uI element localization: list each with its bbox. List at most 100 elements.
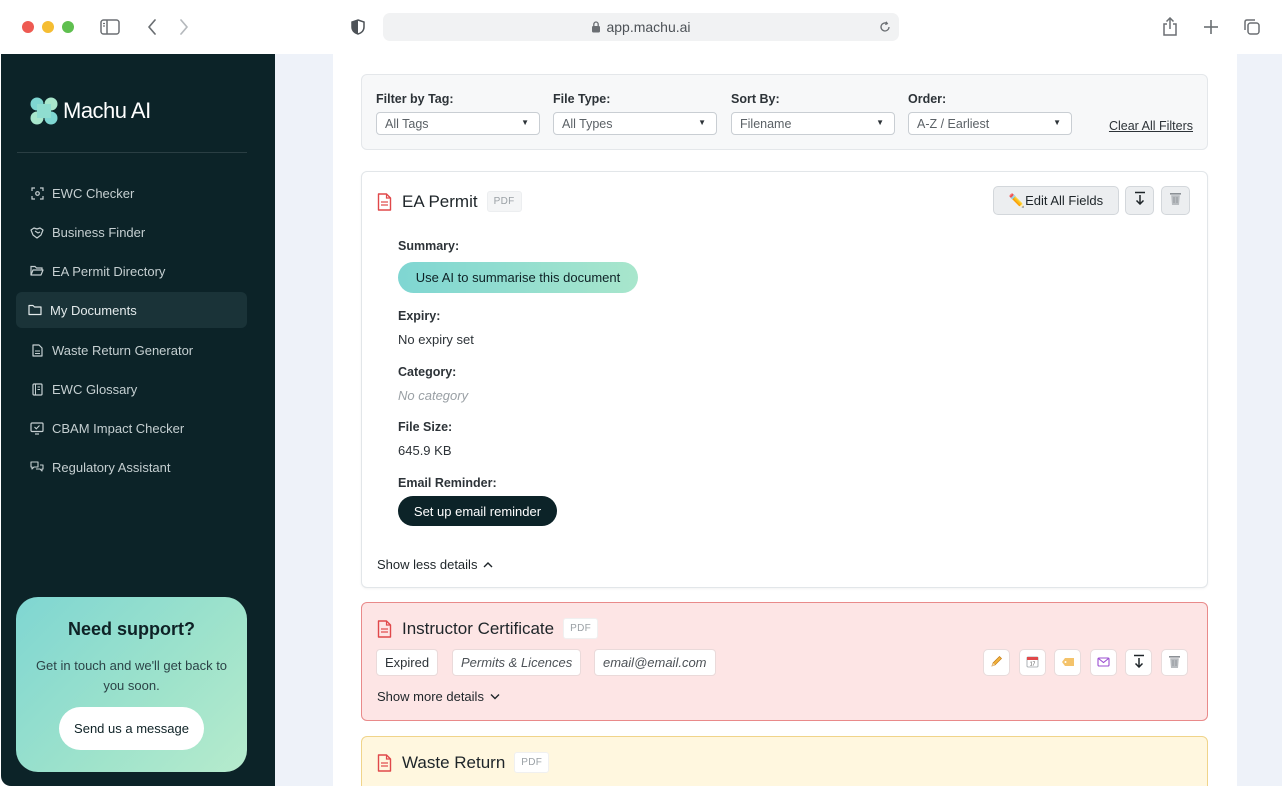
- email-reminder-button[interactable]: [1090, 649, 1117, 676]
- toggle-label: Show less details: [377, 557, 478, 572]
- type-filter-value: All Types: [562, 116, 613, 131]
- file-text-icon: [30, 343, 44, 357]
- chevron-down-icon: [490, 693, 500, 700]
- category-chip: Permits & Licences: [452, 649, 582, 676]
- edit-all-fields-button[interactable]: ✏️Edit All Fields: [993, 186, 1119, 215]
- summary-label: Summary:: [398, 239, 460, 253]
- document-title: Waste Return: [402, 752, 506, 772]
- caret-down-icon: ▼: [1053, 118, 1061, 127]
- sidebar-item-ea-permit-directory[interactable]: EA Permit Directory: [16, 253, 247, 289]
- sort-filter-select[interactable]: Filename ▼: [731, 112, 895, 135]
- clear-filters-link[interactable]: Clear All Filters: [1109, 119, 1193, 133]
- tag-filter-value: All Tags: [385, 116, 429, 131]
- tag-filter: Filter by Tag: All Tags ▼: [376, 92, 540, 135]
- download-button[interactable]: [1125, 649, 1152, 676]
- browser-toolbar: app.machu.ai: [0, 0, 1282, 54]
- delete-button[interactable]: [1161, 649, 1188, 676]
- sidebar-item-regulatory-assistant[interactable]: Regulatory Assistant: [16, 449, 247, 485]
- card-header: EA Permit PDF: [377, 191, 522, 212]
- toggle-label: Show more details: [377, 689, 484, 704]
- status-chip: Expired: [376, 649, 439, 676]
- minimize-window-button[interactable]: [42, 21, 54, 33]
- sidebar-item-label: Regulatory Assistant: [52, 459, 171, 475]
- handshake-icon: [30, 225, 44, 239]
- forward-icon[interactable]: [172, 15, 196, 39]
- document-title: EA Permit: [402, 191, 478, 211]
- order-filter: Order: A-Z / Earliest ▼: [908, 92, 1072, 135]
- file-size-label: File Size:: [398, 420, 453, 434]
- address-bar[interactable]: app.machu.ai: [383, 13, 899, 41]
- folder-icon: [28, 303, 42, 317]
- document-title: Instructor Certificate: [402, 618, 555, 638]
- sidebar-item-business-finder[interactable]: Business Finder: [16, 214, 247, 250]
- card-header: Waste Return PDF: [377, 752, 550, 773]
- new-tab-icon[interactable]: [1199, 15, 1223, 39]
- set-category-button[interactable]: [1054, 649, 1081, 676]
- share-icon[interactable]: [1158, 15, 1182, 39]
- sidebar-item-label: EA Permit Directory: [52, 263, 166, 279]
- sort-filter-value: Filename: [740, 116, 792, 131]
- caret-down-icon: ▼: [698, 118, 706, 127]
- scan-icon: [30, 186, 44, 200]
- expiry-label: Expiry:: [398, 309, 441, 323]
- sidebar-item-label: EWC Glossary: [52, 381, 138, 397]
- ai-summarise-button[interactable]: Use AI to summarise this document: [398, 262, 638, 293]
- lock-icon: [591, 21, 601, 33]
- machu-logo-icon: [29, 96, 59, 126]
- sort-filter-label: Sort By:: [731, 92, 780, 106]
- type-filter: File Type: All Types ▼: [553, 92, 717, 135]
- sidebar-item-label: Waste Return Generator: [52, 342, 194, 358]
- tab-overview-icon[interactable]: [1240, 15, 1264, 39]
- edit-button[interactable]: [983, 649, 1010, 676]
- tag-filter-select[interactable]: All Tags ▼: [376, 112, 540, 135]
- sidebar-item-label: Business Finder: [52, 224, 146, 240]
- email-reminder-label: Email Reminder:: [398, 476, 497, 490]
- back-icon[interactable]: [140, 15, 164, 39]
- caret-down-icon: ▼: [876, 118, 884, 127]
- category-label: Category:: [398, 365, 457, 379]
- download-button[interactable]: [1125, 186, 1154, 215]
- brand-logo[interactable]: Machu AI: [29, 96, 151, 126]
- tag-icon: [1061, 656, 1075, 670]
- trash-icon: [1168, 654, 1181, 672]
- sidebar-item-waste-return-generator[interactable]: Waste Return Generator: [16, 332, 247, 368]
- sidebar-item-ewc-glossary[interactable]: EWC Glossary: [16, 371, 247, 407]
- monitor-check-icon: [30, 421, 44, 435]
- sidebar: Machu AI EWC Checker Business Finder EA …: [1, 54, 275, 786]
- set-expiry-button[interactable]: 17: [1019, 649, 1046, 676]
- delete-button[interactable]: [1161, 186, 1190, 215]
- shield-icon[interactable]: [346, 15, 370, 39]
- support-text: Get in touch and we'll get back to you s…: [35, 658, 228, 693]
- sidebar-toggle-icon[interactable]: [98, 15, 122, 39]
- brand-name: Machu AI: [63, 98, 151, 123]
- tag-filter-label: Filter by Tag:: [376, 92, 454, 106]
- file-type-badge: PDF: [486, 191, 522, 212]
- close-window-button[interactable]: [22, 21, 34, 33]
- type-filter-label: File Type:: [553, 92, 611, 106]
- pdf-file-icon: [377, 753, 393, 772]
- set-email-reminder-button[interactable]: Set up email reminder: [398, 496, 557, 526]
- reload-icon[interactable]: [877, 19, 893, 35]
- maximize-window-button[interactable]: [62, 21, 74, 33]
- pencil-icon: [990, 655, 1003, 671]
- support-title: Need support?: [67, 619, 195, 639]
- document-card-waste-return: Waste Return PDF: [361, 736, 1208, 786]
- sidebar-item-label: My Documents: [50, 302, 137, 318]
- card-header: Instructor Certificate PDF: [377, 618, 599, 639]
- send-message-button[interactable]: Send us a message: [59, 707, 204, 750]
- sidebar-item-my-documents[interactable]: My Documents: [16, 292, 247, 328]
- caret-down-icon: ▼: [521, 118, 529, 127]
- envelope-icon: [1097, 656, 1110, 670]
- order-filter-select[interactable]: A-Z / Earliest ▼: [908, 112, 1072, 135]
- sidebar-item-ewc-checker[interactable]: EWC Checker: [16, 175, 247, 211]
- sidebar-item-cbam-impact-checker[interactable]: CBAM Impact Checker: [16, 410, 247, 446]
- order-filter-label: Order:: [908, 92, 947, 106]
- type-filter-select[interactable]: All Types ▼: [553, 112, 717, 135]
- sidebar-divider: [17, 152, 247, 153]
- show-less-details-toggle[interactable]: Show less details: [377, 557, 493, 572]
- show-more-details-toggle[interactable]: Show more details: [377, 689, 500, 704]
- folder-open-icon: [30, 264, 44, 278]
- download-icon: [1133, 654, 1145, 671]
- sidebar-item-label: CBAM Impact Checker: [52, 420, 185, 436]
- document-card-instructor-certificate: Instructor Certificate PDF Expired Permi…: [361, 602, 1208, 721]
